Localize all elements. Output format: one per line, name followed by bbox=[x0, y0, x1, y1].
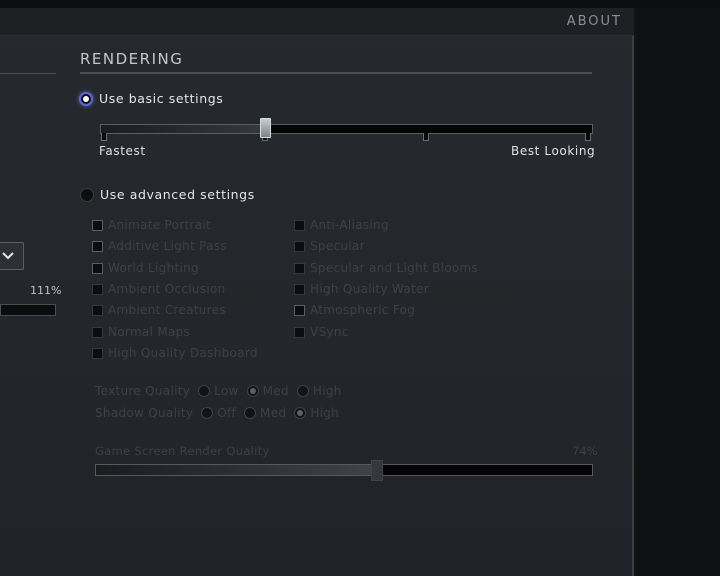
checkbox-box[interactable] bbox=[294, 283, 305, 295]
slider-tick bbox=[101, 133, 107, 141]
checkbox-box[interactable] bbox=[92, 326, 103, 338]
render-quality-handle[interactable] bbox=[371, 460, 383, 481]
slider-tick bbox=[585, 133, 591, 141]
checkbox-box[interactable] bbox=[92, 262, 103, 274]
shadow-high-radio[interactable] bbox=[294, 407, 307, 419]
shadow-option-label: Off bbox=[217, 406, 237, 420]
left-slider[interactable] bbox=[0, 304, 56, 316]
checkbox-box[interactable] bbox=[294, 304, 305, 316]
checkbox-label: Ambient Occlusion bbox=[108, 282, 226, 296]
checkbox-label: High Quality Water bbox=[310, 282, 429, 296]
checkbox-additive-light-pass[interactable]: Additive Light Pass bbox=[92, 239, 227, 253]
checkbox-box[interactable] bbox=[92, 283, 103, 295]
shadow-option-label: Med bbox=[260, 406, 287, 420]
advanced-settings-radio[interactable] bbox=[80, 187, 94, 202]
header-bar bbox=[0, 8, 634, 36]
shadow-quality-label: Shadow Quality bbox=[95, 406, 194, 420]
checkbox-high-quality-dashboard[interactable]: High Quality Dashboard bbox=[92, 346, 258, 360]
checkbox-box[interactable] bbox=[294, 262, 305, 274]
checkbox-label: Anti-Aliasing bbox=[310, 218, 389, 232]
checkbox-label: World Lighting bbox=[108, 261, 199, 275]
checkbox-atmospheric-fog[interactable]: Atmospheric Fog bbox=[294, 303, 415, 317]
render-quality-slider[interactable] bbox=[95, 464, 593, 476]
checkbox-label: Additive Light Pass bbox=[108, 239, 227, 253]
render-quality-percent: 74% bbox=[572, 444, 598, 458]
left-section-rule bbox=[0, 73, 56, 74]
checkbox-label: VSync bbox=[310, 325, 349, 339]
shadow-off-radio[interactable] bbox=[201, 407, 214, 419]
checkbox-anti-aliasing[interactable]: Anti-Aliasing bbox=[294, 218, 389, 232]
checkbox-box[interactable] bbox=[92, 347, 103, 359]
texture-quality-label: Texture Quality bbox=[95, 384, 191, 398]
texture-quality-row: Texture Quality Low Med High bbox=[95, 384, 342, 398]
checkbox-box[interactable] bbox=[294, 240, 305, 252]
checkbox-label: Animate Portrait bbox=[108, 218, 212, 232]
checkbox-specular-blooms[interactable]: Specular and Light Blooms bbox=[294, 261, 478, 275]
left-dropdown[interactable] bbox=[0, 242, 24, 270]
slider-tick bbox=[423, 133, 429, 141]
checkbox-label: Specular bbox=[310, 239, 365, 253]
advanced-settings-label: Use advanced settings bbox=[100, 187, 255, 202]
checkbox-label: Atmospheric Fog bbox=[310, 303, 416, 317]
checkbox-box[interactable] bbox=[92, 304, 103, 316]
advanced-settings-option[interactable]: Use advanced settings bbox=[80, 187, 255, 202]
checkbox-box[interactable] bbox=[294, 326, 305, 338]
basic-settings-option[interactable]: Use basic settings bbox=[79, 91, 223, 106]
basic-quality-slider[interactable] bbox=[100, 124, 593, 134]
checkbox-specular[interactable]: Specular bbox=[294, 239, 365, 253]
section-rule bbox=[80, 72, 592, 74]
window-top-edge bbox=[0, 0, 720, 8]
shadow-quality-row: Shadow Quality Off Med High bbox=[95, 406, 339, 420]
checkbox-box[interactable] bbox=[92, 219, 103, 231]
checkbox-high-quality-water[interactable]: High Quality Water bbox=[294, 282, 429, 296]
left-percent: 111% bbox=[30, 284, 62, 297]
checkbox-world-lighting[interactable]: World Lighting bbox=[92, 261, 199, 275]
checkbox-label: Ambient Creatures bbox=[108, 303, 226, 317]
checkbox-label: Normal Maps bbox=[108, 325, 191, 339]
checkbox-label: High Quality Dashboard bbox=[108, 346, 258, 360]
texture-high-radio[interactable] bbox=[296, 385, 309, 397]
checkbox-vsync[interactable]: VSync bbox=[294, 325, 349, 339]
basic-settings-label: Use basic settings bbox=[99, 91, 224, 106]
shadow-med-radio[interactable] bbox=[244, 407, 257, 419]
texture-med-radio[interactable] bbox=[246, 385, 259, 397]
fastest-label: Fastest bbox=[99, 144, 146, 158]
texture-option-label: Med bbox=[262, 384, 289, 398]
checkbox-animate-portrait[interactable]: Animate Portrait bbox=[92, 218, 211, 232]
texture-low-radio[interactable] bbox=[198, 385, 211, 397]
chevron-down-icon bbox=[2, 252, 14, 260]
texture-option-label: High bbox=[312, 384, 342, 398]
render-quality-label: Game Screen Render Quality bbox=[95, 444, 270, 458]
section-title: RENDERING bbox=[80, 50, 184, 68]
background-area bbox=[636, 8, 720, 576]
checkbox-label: Specular and Light Blooms bbox=[310, 261, 479, 275]
checkbox-normal-maps[interactable]: Normal Maps bbox=[92, 325, 190, 339]
basic-slider-handle[interactable] bbox=[260, 118, 271, 138]
shadow-option-label: High bbox=[310, 406, 340, 420]
checkbox-ambient-occlusion[interactable]: Ambient Occlusion bbox=[92, 282, 226, 296]
about-tab[interactable]: ABOUT bbox=[567, 14, 622, 29]
best-looking-label: Best Looking bbox=[511, 144, 596, 158]
checkbox-ambient-creatures[interactable]: Ambient Creatures bbox=[92, 303, 226, 317]
checkbox-box[interactable] bbox=[92, 240, 103, 252]
basic-settings-radio[interactable] bbox=[79, 91, 93, 106]
checkbox-box[interactable] bbox=[294, 219, 305, 231]
texture-option-label: Low bbox=[214, 384, 239, 398]
